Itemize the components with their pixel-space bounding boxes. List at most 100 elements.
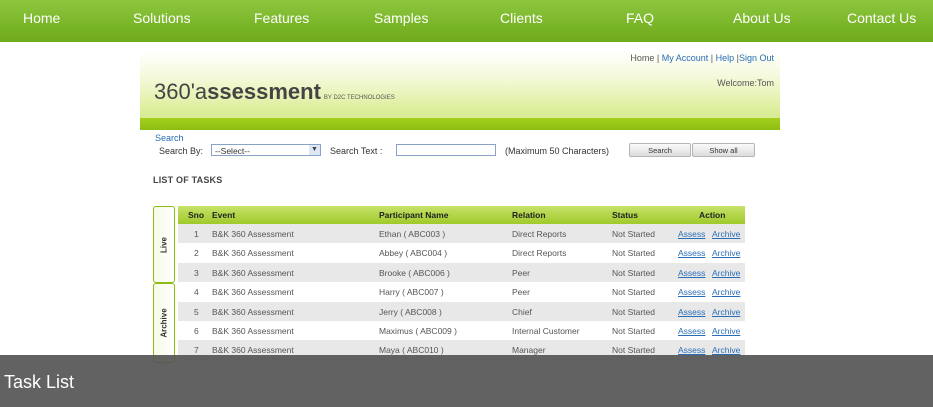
nav-faq[interactable]: FAQ — [626, 10, 654, 26]
assess-link[interactable]: Assess — [678, 268, 705, 278]
assess-link[interactable]: Assess — [678, 248, 705, 258]
cell-status: Not Started — [612, 248, 655, 259]
nav-samples[interactable]: Samples — [374, 10, 428, 26]
search-by-select[interactable]: --Select-- ▼ — [211, 144, 321, 156]
account-links: Home | My Account | Help |Sign Out — [630, 53, 774, 63]
col-sno: Sno — [188, 210, 205, 220]
cell-event: B&K 360 Assessment — [212, 229, 294, 239]
tab-live-label: Live — [159, 236, 169, 253]
logo-main: 360'a — [154, 79, 208, 104]
cell-event: B&K 360 Assessment — [212, 306, 294, 317]
cell-sno: 2 — [194, 248, 199, 259]
nav-features[interactable]: Features — [254, 10, 309, 26]
cell-relation: Manager — [512, 345, 546, 356]
max-chars-hint: (Maximum 50 Characters) — [505, 146, 610, 156]
cell-relation: Peer — [512, 287, 530, 298]
archive-link[interactable]: Archive — [712, 307, 740, 317]
archive-link[interactable]: Archive — [712, 268, 740, 278]
cell-status: Not Started — [612, 325, 655, 336]
tab-archive-label: Archive — [159, 308, 169, 338]
archive-link[interactable]: Archive — [712, 345, 740, 355]
search-button[interactable]: Search — [629, 143, 691, 157]
table-header: Sno Event Participant Name Relation Stat… — [178, 206, 745, 224]
nav-clients[interactable]: Clients — [500, 10, 543, 26]
search-by-select-value: --Select-- — [215, 146, 250, 156]
cell-sno: 4 — [194, 287, 199, 298]
top-nav: Home Solutions Features Samples Clients … — [0, 0, 933, 42]
chevron-down-icon[interactable]: ▼ — [309, 145, 320, 155]
logo-bold: ssessment — [207, 79, 321, 104]
app-banner: Home | My Account | Help |Sign Out Welco… — [140, 51, 780, 130]
table-row: 5 B&K 360 Assessment Jerry ( ABC008 ) Chief… — [178, 301, 745, 321]
cell-relation: Internal Customer — [512, 325, 580, 336]
archive-link[interactable]: Archive — [712, 326, 740, 336]
search-by-label: Search By: — [159, 146, 204, 156]
show-all-button[interactable]: Show all — [692, 143, 755, 157]
tab-live[interactable]: Live — [153, 206, 175, 283]
link-sign-out[interactable]: Sign Out — [739, 53, 774, 63]
cell-event: B&K 360 Assessment — [212, 345, 294, 356]
table-body: 1 B&K 360 Assessment Ethan ( ABC003 ) Direc… — [178, 224, 745, 360]
cell-sno: 6 — [194, 325, 199, 336]
col-status: Status — [612, 210, 638, 220]
welcome-text: Welcome:Tom — [717, 78, 774, 88]
cell-sno: 7 — [194, 345, 199, 356]
cell-status: Not Started — [612, 306, 655, 317]
table-row: 6 B&K 360 Assessment Maximus ( ABC009 ) Int… — [178, 320, 745, 341]
archive-link[interactable]: Archive — [712, 287, 740, 297]
table-row: 3 B&K 360 Assessment Brooke ( ABC006 ) Peer… — [178, 262, 745, 283]
list-title: LIST OF TASKS — [153, 175, 223, 185]
search-text-label: Search Text : — [330, 146, 383, 156]
cell-event: B&K 360 Assessment — [212, 325, 294, 336]
nav-contact-us[interactable]: Contact Us — [847, 10, 916, 26]
tab-archive[interactable]: Archive — [153, 283, 175, 363]
cell-relation: Direct Reports — [512, 229, 567, 239]
table-row: 2 B&K 360 Assessment Abbey ( ABC004 ) Direc… — [178, 243, 745, 263]
archive-link[interactable]: Archive — [712, 248, 740, 258]
search-panel: Search Search By: --Select-- ▼ Search Te… — [140, 130, 780, 164]
table-row: 1 B&K 360 Assessment Ethan ( ABC003 ) Direc… — [178, 224, 745, 244]
cell-status: Not Started — [612, 345, 655, 356]
cell-participant: Maya ( ABC010 ) — [379, 345, 444, 356]
cell-participant: Harry ( ABC007 ) — [379, 287, 444, 298]
cell-participant: Brooke ( ABC006 ) — [379, 267, 450, 278]
logo-sub: BY D2C TECHNOLOGIES — [323, 95, 395, 101]
cell-event: B&K 360 Assessment — [212, 287, 294, 298]
cell-status: Not Started — [612, 229, 655, 239]
col-participant: Participant Name — [379, 210, 449, 220]
assess-link[interactable]: Assess — [678, 345, 705, 355]
cell-relation: Direct Reports — [512, 248, 567, 259]
nav-home[interactable]: Home — [23, 10, 60, 26]
assess-link[interactable]: Assess — [678, 307, 705, 317]
app-logo: 360'assessment BY D2C TECHNOLOGIES — [154, 79, 395, 105]
banner-bar — [140, 118, 780, 130]
nav-solutions[interactable]: Solutions — [133, 10, 191, 26]
cell-status: Not Started — [612, 267, 655, 278]
cell-participant: Jerry ( ABC008 ) — [379, 306, 442, 317]
assess-link[interactable]: Assess — [678, 326, 705, 336]
cell-relation: Peer — [512, 267, 530, 278]
nav-about-us[interactable]: About Us — [733, 10, 791, 26]
search-text-input[interactable] — [396, 144, 496, 156]
col-action: Action — [699, 210, 726, 220]
col-event: Event — [212, 210, 236, 220]
assess-link[interactable]: Assess — [678, 229, 705, 239]
table-row: 4 B&K 360 Assessment Harry ( ABC007 ) Peer N… — [178, 282, 745, 302]
cell-event: B&K 360 Assessment — [212, 267, 294, 278]
link-my-account[interactable]: My Account — [662, 53, 709, 63]
link-help[interactable]: Help — [716, 53, 735, 63]
search-title: Search — [155, 133, 184, 143]
cell-event: B&K 360 Assessment — [212, 248, 294, 259]
cell-sno: 3 — [194, 267, 199, 278]
app-frame: Home | My Account | Help |Sign Out Welco… — [140, 51, 780, 363]
cell-relation: Chief — [512, 306, 532, 317]
cell-participant: Ethan ( ABC003 ) — [379, 229, 446, 239]
caption-bar: Task List — [0, 355, 933, 407]
assess-link[interactable]: Assess — [678, 287, 705, 297]
cell-status: Not Started — [612, 287, 655, 298]
cell-sno: 5 — [194, 306, 199, 317]
cell-participant: Abbey ( ABC004 ) — [379, 248, 448, 259]
cell-sno: 1 — [194, 229, 199, 239]
archive-link[interactable]: Archive — [712, 229, 740, 239]
link-home[interactable]: Home — [630, 53, 654, 63]
